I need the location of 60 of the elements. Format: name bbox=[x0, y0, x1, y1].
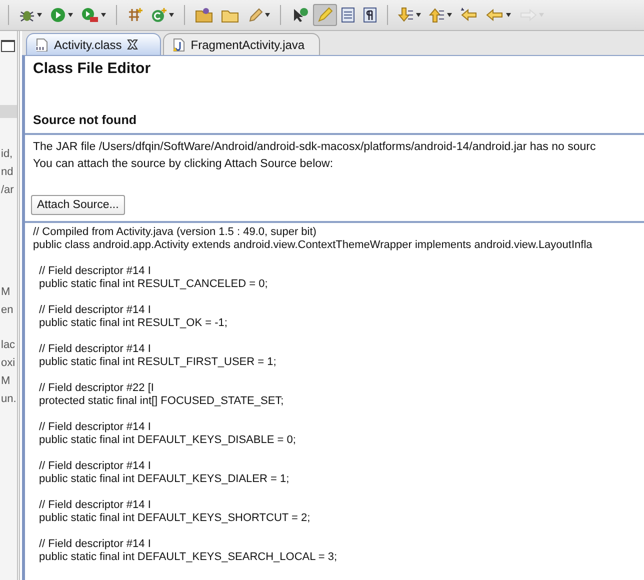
code-line: // Field descriptor #14 I bbox=[39, 304, 152, 317]
panel-text: un. bbox=[0, 392, 16, 407]
arrow-up-icon bbox=[429, 7, 445, 23]
code-line: public static final int DEFAULT_KEYS_SEARCH_LOCAL = 3; bbox=[39, 551, 338, 564]
arrow-down-icon bbox=[398, 7, 414, 23]
grid-plus-icon bbox=[127, 7, 143, 23]
code-line: // Field descriptor #14 I bbox=[39, 499, 152, 512]
attach-source-button[interactable]: Attach Source... bbox=[31, 195, 125, 215]
highlighter-icon bbox=[317, 7, 333, 23]
message-text: You can attach the source by clicking Attach Source below: bbox=[33, 158, 334, 170]
code-line: public static final int DEFAULT_KEYS_DISABLE = 0; bbox=[39, 434, 297, 447]
editor-tab[interactable]: FragmentActivity.java bbox=[162, 33, 320, 55]
code-line: public static final int RESULT_CANCELED = 0; bbox=[39, 278, 269, 291]
panel-text: oxi bbox=[0, 356, 16, 371]
cursor-icon bbox=[291, 7, 309, 23]
panel-text: nd bbox=[0, 165, 14, 180]
caret-icon[interactable] bbox=[37, 12, 42, 18]
message-text: The JAR file /Users/dfqin/SoftWare/Android/android-sdk-macosx/platforms/android-14/android.jar has no sourc bbox=[33, 141, 597, 153]
panel-text: /ar bbox=[0, 183, 14, 198]
run-icon bbox=[50, 7, 66, 23]
close-icon[interactable] bbox=[126, 39, 138, 50]
pencil-icon bbox=[247, 7, 263, 23]
caret-icon[interactable] bbox=[506, 12, 511, 18]
code-line: // Field descriptor #14 I bbox=[39, 538, 152, 551]
code-line: // Compiled from Activity.java (version 1.5 : 49.0, super bit) bbox=[33, 226, 318, 239]
panel-text: M bbox=[0, 285, 10, 300]
code-line: public static final int RESULT_FIRST_USER = 1; bbox=[39, 356, 278, 369]
java-file-icon bbox=[172, 38, 186, 52]
code-line: public static final int DEFAULT_KEYS_DIALER = 1; bbox=[39, 473, 290, 486]
maximize-icon[interactable] bbox=[1, 40, 15, 52]
panel-text: M bbox=[0, 374, 10, 389]
code-line: // Field descriptor #14 I bbox=[39, 421, 152, 434]
panel-text: lac bbox=[0, 338, 16, 353]
class-file-icon bbox=[35, 38, 49, 52]
back-arrow-icon bbox=[486, 7, 504, 23]
code-line: public static final int RESULT_OK = -1; bbox=[39, 317, 228, 330]
caret-icon[interactable] bbox=[101, 12, 106, 18]
back-star-icon bbox=[460, 7, 478, 23]
pilcrow-icon bbox=[363, 7, 377, 23]
folder-icon bbox=[195, 7, 213, 23]
editor-title: Class File Editor bbox=[33, 60, 152, 77]
caret-icon[interactable] bbox=[265, 12, 270, 18]
code-line: // Field descriptor #22 [I bbox=[39, 382, 155, 395]
page-icon bbox=[341, 7, 355, 23]
panel-text: id, bbox=[0, 147, 13, 162]
code-line: // Field descriptor #14 I bbox=[39, 265, 152, 278]
panel-text: en bbox=[0, 303, 14, 318]
caret-icon[interactable] bbox=[68, 12, 73, 18]
section-title: Source not found bbox=[25, 113, 644, 135]
code-line: public static final int DEFAULT_KEYS_SHORTCUT = 2; bbox=[39, 512, 312, 525]
caret-icon[interactable] bbox=[169, 12, 174, 18]
code-line: public class android.app.Activity extends android.view.ContextThemeWrapper implements android.view.LayoutInfla bbox=[33, 239, 594, 252]
code-line: // Field descriptor #14 I bbox=[39, 343, 152, 356]
editor-tab[interactable]: Activity.class bbox=[26, 33, 161, 55]
code-line: protected static final int[] FOCUSED_STATE_SET; bbox=[39, 395, 285, 408]
caret-icon[interactable] bbox=[416, 12, 421, 18]
caret-icon[interactable] bbox=[447, 12, 452, 18]
code-line: // Field descriptor #14 I bbox=[39, 460, 152, 473]
tool-run-icon bbox=[81, 7, 99, 23]
new-class-icon bbox=[151, 7, 167, 23]
